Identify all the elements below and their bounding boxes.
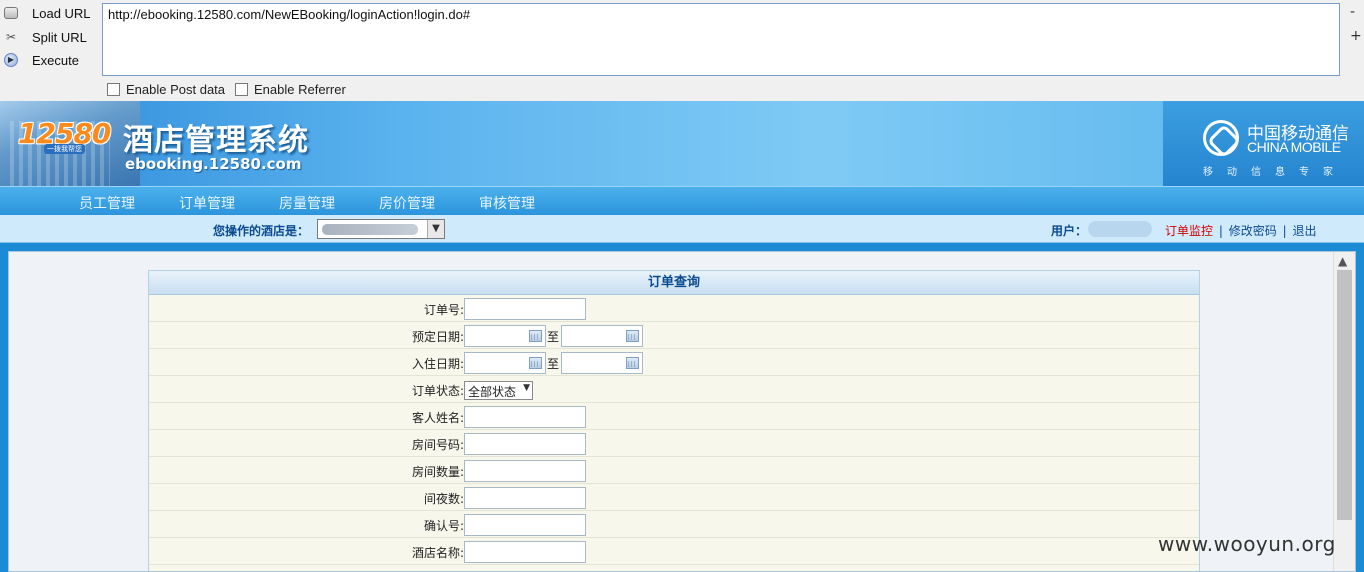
confirm-no-label: 确认号: — [423, 519, 464, 533]
order-no-label: 订单号: — [423, 303, 464, 317]
order-query-panel: 订单查询 订单号: 预定日期: 至 入住日期: 至 订单状态: 全部状态 ▼ 客… — [148, 270, 1200, 571]
enable-post-label: Enable Post data — [126, 82, 226, 97]
logo-slogan: 一拨我帮您 — [44, 144, 85, 154]
hotel-label: 您操作的酒店是： — [213, 224, 310, 238]
enable-referrer-checkbox[interactable]: Enable Referrer — [235, 82, 346, 97]
guest-name-label: 客人姓名: — [411, 411, 464, 425]
load-url-button[interactable]: Load URL — [0, 2, 95, 24]
scissors-icon: ✂ — [5, 30, 17, 44]
execute-label: Execute — [32, 52, 79, 68]
change-password-link[interactable]: 修改密码 — [1229, 224, 1277, 238]
nav-item-orders[interactable]: 订单管理 — [179, 193, 235, 213]
nav-item-room-price[interactable]: 房价管理 — [379, 193, 435, 213]
form-row-nights: 间夜数: — [149, 484, 1199, 511]
split-url-button[interactable]: ✂ Split URL — [0, 26, 95, 48]
form-row-room-count: 房间数量: — [149, 457, 1199, 484]
form-row-hotel-name: 酒店名称: — [149, 538, 1199, 565]
order-no-input[interactable] — [464, 298, 586, 320]
nights-input[interactable] — [464, 487, 586, 509]
calendar-icon[interactable] — [626, 330, 639, 342]
china-mobile-logo-icon — [1203, 120, 1239, 156]
to-label: 至 — [547, 330, 560, 344]
brand-sub: 移动信息专家 — [1203, 167, 1347, 178]
execute-button[interactable]: ▶ Execute — [0, 49, 95, 71]
scroll-up-icon[interactable]: ▲ — [1338, 254, 1347, 268]
form-row-order-no: 订单号: — [149, 295, 1199, 322]
book-date-label: 预定日期: — [411, 330, 464, 344]
enable-referrer-label: Enable Referrer — [254, 82, 346, 97]
hotel-name-input[interactable] — [464, 541, 586, 563]
load-url-label: Load URL — [32, 5, 91, 21]
form-row-checkin-date: 入住日期: 至 — [149, 349, 1199, 376]
play-icon: ▶ — [2, 51, 20, 69]
form-row-guest-name: 客人姓名: — [149, 403, 1199, 430]
checkbox-box[interactable] — [235, 83, 248, 96]
checkbox-box[interactable] — [107, 83, 120, 96]
hotel-select[interactable]: ▼ — [317, 219, 445, 239]
load-url-icon — [2, 4, 20, 22]
form-row-book-date: 预定日期: 至 — [149, 322, 1199, 349]
to-label: 至 — [547, 357, 560, 371]
main-nav: 员工管理 订单管理 房量管理 房价管理 审核管理 — [0, 186, 1364, 215]
checkin-date-from-input[interactable] — [464, 352, 546, 374]
room-count-input[interactable] — [464, 460, 586, 482]
user-links: 订单监控 | 修改密码 | 退出 — [1165, 222, 1316, 239]
hotel-name-label: 酒店名称: — [411, 546, 464, 560]
link-separator: | — [1282, 224, 1287, 238]
confirm-no-input[interactable] — [464, 514, 586, 536]
scrollbar-thumb[interactable] — [1337, 270, 1352, 520]
link-separator: | — [1218, 224, 1223, 238]
guest-name-input[interactable] — [464, 406, 586, 428]
chevron-down-icon[interactable]: ▼ — [427, 220, 444, 238]
chevron-down-icon[interactable]: ▼ — [523, 383, 530, 393]
split-url-label: Split URL — [32, 29, 87, 45]
user-label: 用户： — [1051, 224, 1088, 238]
system-domain: ebooking.12580.com — [125, 155, 302, 173]
book-date-to-input[interactable] — [561, 325, 643, 347]
nights-label: 间夜数: — [423, 492, 464, 506]
enable-post-checkbox[interactable]: Enable Post data — [107, 82, 225, 97]
url-textarea[interactable]: http://ebooking.12580.com/NewEBooking/lo… — [102, 3, 1340, 76]
book-date-from-input[interactable] — [464, 325, 546, 347]
expand-button[interactable]: + — [1350, 28, 1362, 44]
order-status-label: 订单状态: — [411, 384, 464, 398]
content-inner: 订单查询 订单号: 预定日期: 至 入住日期: 至 订单状态: 全部状态 ▼ 客… — [8, 251, 1356, 572]
panel-title: 订单查询 — [149, 271, 1199, 295]
hackbar: Load URL ✂ Split URL ▶ Execute http://eb… — [0, 0, 1364, 101]
form-row-confirm-no: 确认号: — [149, 511, 1199, 538]
calendar-icon[interactable] — [626, 357, 639, 369]
china-mobile-brand: 中国移动通信 CHINA MOBILE 移动信息专家 — [1163, 101, 1364, 186]
order-monitor-link[interactable]: 订单监控 — [1165, 224, 1213, 238]
vertical-scrollbar[interactable]: ▲ — [1333, 252, 1355, 571]
context-bar: 您操作的酒店是： ▼ 用户： 订单监控 | 修改密码 | 退出 — [0, 215, 1364, 243]
form-row-order-status: 订单状态: 全部状态 ▼ — [149, 376, 1199, 403]
brand-en: CHINA MOBILE — [1247, 139, 1341, 155]
room-no-input[interactable] — [464, 433, 586, 455]
nav-item-review[interactable]: 审核管理 — [479, 193, 535, 213]
form-row-room-no: 房间号码: — [149, 430, 1199, 457]
shrink-button[interactable]: - — [1350, 4, 1355, 20]
nav-item-staff[interactable]: 员工管理 — [79, 193, 135, 213]
system-title: 酒店管理系统 — [123, 123, 309, 158]
room-count-label: 房间数量: — [411, 465, 464, 479]
order-status-value: 全部状态 — [468, 385, 517, 399]
room-no-label: 房间号码: — [411, 438, 464, 452]
redacted-username — [1088, 221, 1152, 237]
calendar-icon[interactable] — [529, 357, 542, 369]
order-status-select[interactable]: 全部状态 ▼ — [464, 381, 533, 400]
watermark: www.wooyun.org — [1158, 532, 1336, 556]
site-banner: 12580 一拨我帮您 酒店管理系统 ebooking.12580.com 中国… — [0, 101, 1364, 186]
content-frame: 订单查询 订单号: 预定日期: 至 入住日期: 至 订单状态: 全部状态 ▼ 客… — [0, 243, 1364, 572]
logout-link[interactable]: 退出 — [1292, 224, 1316, 238]
checkin-date-to-input[interactable] — [561, 352, 643, 374]
redacted-hotel-name — [322, 224, 418, 235]
nav-item-room-quantity[interactable]: 房量管理 — [279, 193, 335, 213]
checkin-date-label: 入住日期: — [411, 357, 464, 371]
calendar-icon[interactable] — [529, 330, 542, 342]
